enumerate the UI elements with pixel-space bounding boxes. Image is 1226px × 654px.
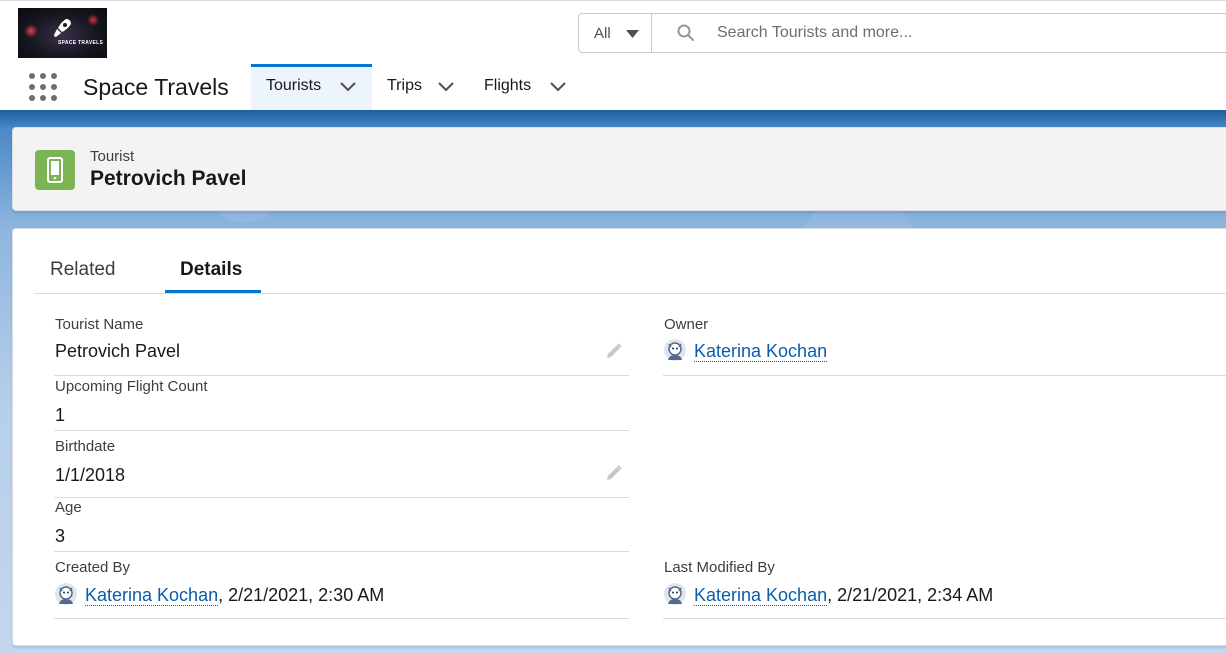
chevron-down-icon[interactable] bbox=[340, 82, 356, 92]
logo-text: SPACE TRAVELS bbox=[58, 40, 104, 46]
owner-link[interactable]: Katerina Kochan bbox=[694, 341, 828, 362]
field-created-by: Created By Katerina Kochan, 2/21/2021, 2… bbox=[54, 559, 629, 619]
record-type-label: Tourist bbox=[90, 148, 135, 165]
nav-tab-tourists[interactable]: Tourists bbox=[251, 64, 372, 110]
search-scope-dropdown[interactable]: All bbox=[579, 14, 652, 52]
field-upcoming-flight-count: Upcoming Flight Count 1 bbox=[54, 378, 629, 431]
tab-related[interactable]: Related bbox=[50, 259, 116, 281]
edit-pencil-icon[interactable] bbox=[605, 342, 623, 360]
record-type-icon bbox=[35, 150, 75, 190]
field-label: Last Modified By bbox=[664, 559, 775, 576]
app-navigation-bar: Space Travels Tourists Trips Flights bbox=[0, 64, 1226, 110]
field-birthdate: Birthdate 1/1/2018 bbox=[54, 438, 629, 498]
field-label: Age bbox=[55, 499, 82, 516]
record-details-card: Related Details Tourist Name Petrovich P… bbox=[12, 228, 1226, 646]
rocket-icon bbox=[54, 19, 71, 37]
record-header: Tourist Petrovich Pavel bbox=[12, 127, 1226, 211]
field-label: Tourist Name bbox=[55, 316, 144, 333]
field-value: 1/1/2018 bbox=[55, 465, 126, 485]
created-by-user-link[interactable]: Katerina Kochan bbox=[85, 585, 219, 606]
user-avatar-icon bbox=[664, 339, 686, 362]
nav-tab-label: Trips bbox=[387, 77, 422, 94]
field-value-last-modified-by: Katerina Kochan, 2/21/2021, 2:34 AM bbox=[664, 583, 994, 607]
field-owner: Owner Katerina Kochan bbox=[663, 316, 1226, 376]
mobile-phone-icon bbox=[47, 157, 63, 183]
app-launcher-icon[interactable] bbox=[29, 73, 57, 101]
field-age: Age 3 bbox=[54, 499, 629, 552]
tab-details[interactable]: Details bbox=[180, 259, 242, 281]
chevron-down-icon[interactable] bbox=[550, 82, 566, 92]
field-value-owner: Katerina Kochan bbox=[664, 339, 828, 363]
user-avatar-icon bbox=[664, 583, 686, 606]
nav-tab-trips[interactable]: Trips bbox=[372, 64, 469, 110]
search-scope-label: All bbox=[594, 25, 611, 42]
field-value: Petrovich Pavel bbox=[55, 341, 181, 361]
chevron-down-icon[interactable] bbox=[438, 82, 454, 92]
field-last-modified-by: Last Modified By Katerina Kochan, 2/21/2… bbox=[663, 559, 1226, 619]
company-logo[interactable]: SPACE TRAVELS bbox=[18, 8, 107, 58]
field-label: Created By bbox=[55, 559, 131, 576]
field-value-created-by: Katerina Kochan, 2/21/2021, 2:30 AM bbox=[55, 583, 385, 607]
user-avatar-icon bbox=[55, 583, 77, 606]
last-modified-date: , 2/21/2021, 2:34 AM bbox=[827, 585, 994, 605]
field-label: Birthdate bbox=[55, 438, 116, 455]
edit-pencil-icon[interactable] bbox=[605, 464, 623, 482]
field-label: Upcoming Flight Count bbox=[55, 378, 208, 395]
global-header: SPACE TRAVELS All Search Tourists and mo… bbox=[0, 0, 1226, 64]
last-modified-user-link[interactable]: Katerina Kochan bbox=[694, 585, 828, 606]
nav-tab-label: Tourists bbox=[266, 77, 322, 94]
nav-tab-label: Flights bbox=[484, 77, 532, 94]
search-icon bbox=[677, 24, 694, 41]
field-value: 3 bbox=[55, 526, 66, 546]
field-label: Owner bbox=[664, 316, 709, 333]
tabs-divider bbox=[34, 293, 1226, 294]
caret-down-icon bbox=[626, 30, 639, 38]
nav-tab-flights[interactable]: Flights bbox=[470, 64, 580, 110]
search-input[interactable]: Search Tourists and more... bbox=[717, 24, 912, 42]
field-tourist-name: Tourist Name Petrovich Pavel bbox=[54, 316, 629, 376]
created-date: , 2/21/2021, 2:30 AM bbox=[218, 585, 385, 605]
field-value: 1 bbox=[55, 405, 66, 425]
record-title: Petrovich Pavel bbox=[90, 167, 247, 190]
global-search: All Search Tourists and more... bbox=[578, 13, 1226, 53]
app-name: Space Travels bbox=[83, 74, 229, 100]
